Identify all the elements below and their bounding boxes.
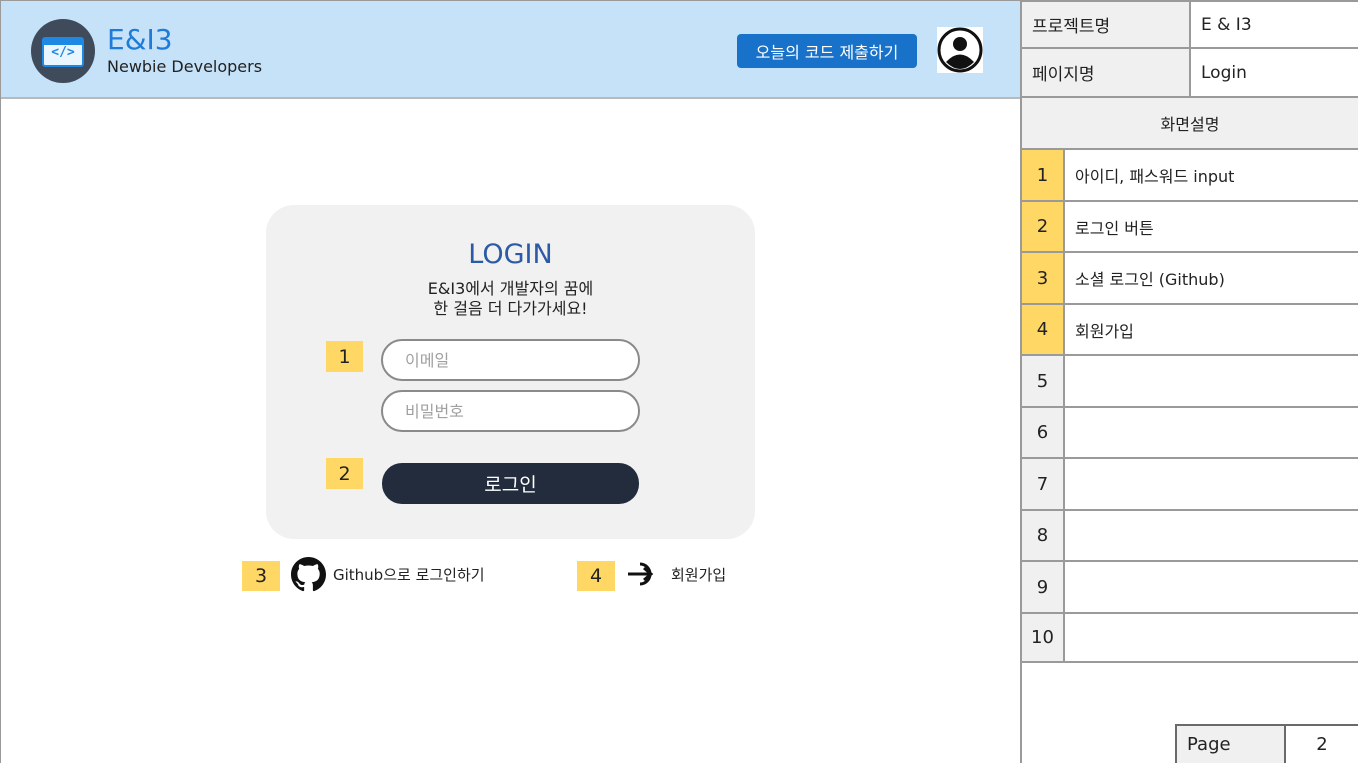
spec-row-desc	[1065, 459, 1358, 511]
spec-row-num: 9	[1022, 562, 1065, 614]
login-description-line1: E&I3에서 개발자의 꿈에	[427, 279, 594, 298]
user-avatar-icon[interactable]	[937, 27, 983, 73]
spec-row-desc: 소셜 로그인 (Github)	[1065, 253, 1358, 305]
spec-row-desc: 아이디, 패스워드 input	[1065, 150, 1358, 202]
github-login-link[interactable]: Github으로 로그인하기	[291, 557, 485, 592]
signup-label: 회원가입	[671, 565, 727, 584]
password-input[interactable]	[381, 390, 640, 432]
spec-row-num: 10	[1022, 614, 1065, 663]
screen-mockup: </> E&I3 Newbie Developers 오늘의 코드 제출하기 L…	[0, 0, 1020, 763]
spec-row-num: 4	[1022, 305, 1065, 356]
signup-link[interactable]: 회원가입	[626, 560, 726, 588]
email-input[interactable]	[381, 339, 640, 381]
github-login-label: Github으로 로그인하기	[333, 566, 485, 584]
github-icon	[291, 557, 326, 592]
sign-in-arrow-icon	[626, 560, 664, 588]
page-name-value: Login	[1191, 49, 1358, 98]
spec-row-num: 3	[1022, 253, 1065, 305]
spec-row-num: 5	[1022, 356, 1065, 408]
spec-row-desc: 회원가입	[1065, 305, 1358, 356]
brand-subtitle: Newbie Developers	[107, 57, 263, 76]
spec-row-desc	[1065, 562, 1358, 614]
submit-code-button[interactable]: 오늘의 코드 제출하기	[737, 34, 917, 68]
spec-row-num: 6	[1022, 408, 1065, 459]
page-number-label: Page	[1175, 724, 1285, 763]
spec-row-desc	[1065, 356, 1358, 408]
project-name-value: E & I3	[1191, 0, 1358, 49]
project-name-label: 프로젝트명	[1022, 0, 1191, 49]
login-title: LOGIN	[468, 239, 553, 270]
page-name-label: 페이지명	[1022, 49, 1191, 98]
annotation-marker-3: 3	[242, 561, 280, 591]
brand-name: E&I3	[107, 23, 173, 56]
annotation-marker-1: 1	[326, 341, 363, 372]
app-header: </> E&I3 Newbie Developers 오늘의 코드 제출하기	[1, 1, 1020, 99]
login-description: E&I3에서 개발자의 꿈에 한 걸음 더 다가가세요!	[266, 279, 755, 319]
login-button[interactable]: 로그인	[382, 463, 639, 504]
annotation-marker-4: 4	[577, 561, 615, 591]
spec-row-num: 8	[1022, 511, 1065, 562]
spec-panel: 프로젝트명 E & I3 페이지명 Login 화면설명 1 아이디, 패스워드…	[1020, 0, 1358, 763]
spec-row-num: 1	[1022, 150, 1065, 202]
annotation-marker-2: 2	[326, 458, 363, 489]
spec-row-desc: 로그인 버튼	[1065, 202, 1358, 253]
login-description-line2: 한 걸음 더 다가가세요!	[433, 299, 588, 318]
spec-row-desc	[1065, 408, 1358, 459]
spec-row-desc	[1065, 511, 1358, 562]
code-window-icon[interactable]: </>	[31, 19, 95, 83]
spec-row-num: 7	[1022, 459, 1065, 511]
storyboard-page: </> E&I3 Newbie Developers 오늘의 코드 제출하기 L…	[0, 0, 1358, 763]
spec-row-num: 2	[1022, 202, 1065, 253]
screen-description-header: 화면설명	[1022, 98, 1358, 150]
spec-row-desc	[1065, 614, 1358, 663]
page-number-value: 2	[1284, 724, 1358, 763]
